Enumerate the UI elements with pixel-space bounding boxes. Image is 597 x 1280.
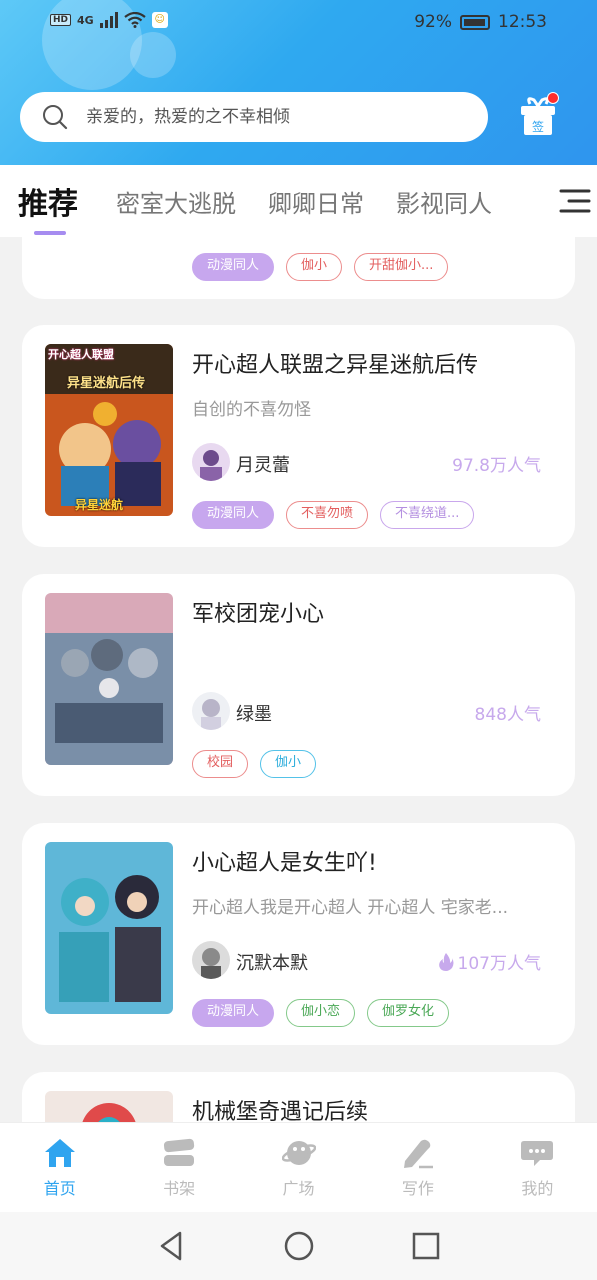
wifi-icon [124, 12, 146, 28]
story-card[interactable]: 军校团宠小心 绿墨 848人气 校园 伽小 [22, 574, 575, 796]
author-name[interactable]: 绿墨 [236, 700, 272, 726]
tag[interactable]: 动漫同人 [192, 501, 275, 529]
top-header: HD 4G ☺ 92% 12:53 签 [0, 0, 597, 165]
story-cover [45, 842, 173, 1014]
author-avatar[interactable] [192, 692, 230, 730]
popularity: 107万人气 [438, 949, 541, 974]
tag[interactable]: 伽小恋 [286, 999, 356, 1027]
bookshelf-icon [164, 1138, 195, 1166]
nav-profile[interactable]: 我的 [478, 1123, 597, 1212]
nav-home[interactable]: 首页 [0, 1123, 119, 1212]
author-avatar[interactable] [192, 443, 230, 481]
nav-write[interactable]: 写作 [358, 1123, 477, 1212]
tag[interactable]: 不喜勿喷 [286, 501, 369, 529]
story-cover [45, 1091, 173, 1122]
back-icon[interactable] [156, 1230, 188, 1262]
story-title[interactable]: 军校团宠小心 [192, 596, 324, 628]
gift-label: 签 [532, 119, 544, 134]
tag[interactable]: 不喜绕道... [380, 501, 475, 529]
tag[interactable]: 伽罗女化 [367, 999, 450, 1027]
popularity: 97.8万人气 [452, 451, 541, 476]
popularity: 848人气 [475, 700, 541, 725]
story-title[interactable]: 小心超人是女生吖! [192, 845, 377, 877]
popularity-value: 97.8万人气 [452, 456, 541, 476]
flame-icon [438, 952, 454, 971]
story-card[interactable]: 小心超人是女生吖! 开心超人我是开心超人 开心超人 宅家老... 沉默本默 10… [22, 823, 575, 1045]
recents-icon[interactable] [410, 1230, 442, 1262]
nav-label: 广场 [282, 1179, 315, 1198]
tag[interactable]: 校园 [192, 750, 249, 778]
tag[interactable]: 开甜伽小... [354, 253, 449, 281]
story-title[interactable]: 机械堡奇遇记后续 [192, 1094, 368, 1122]
popularity-value: 848人气 [474, 705, 541, 725]
tab-recommend[interactable]: 推荐 [18, 179, 78, 235]
hd-indicator: HD [50, 14, 72, 26]
cover-title-text: 开心超人联盟 [48, 348, 114, 361]
tag-list: 校园 伽小 [192, 750, 317, 778]
tag[interactable]: 伽小 [260, 750, 317, 778]
system-nav-bar [0, 1212, 597, 1280]
network-label: 4G [77, 13, 94, 27]
popularity-value: 107万人气 [457, 954, 541, 974]
search-input[interactable] [86, 107, 446, 127]
tag[interactable]: 动漫同人 [192, 253, 275, 281]
story-desc: 自创的不喜勿怪 [192, 400, 311, 420]
category-tabs: 推荐 密室大逃脱 卿卿日常 影视同人 [0, 165, 597, 237]
story-card[interactable]: 开心超人联盟 异星迷航后传 异星迷航 开心超人联盟之异星迷航后传 自创的不喜勿怪… [22, 325, 575, 547]
pen-icon [403, 1139, 433, 1169]
story-title[interactable]: 开心超人联盟之异星迷航后传 [192, 347, 478, 379]
tag[interactable]: 伽小 [286, 253, 343, 281]
battery-percent: 92% [414, 12, 452, 32]
nav-plaza[interactable]: 广场 [239, 1123, 358, 1212]
tag-list: 动漫同人 不喜勿喷 不喜绕道... [192, 501, 475, 529]
category-menu-icon[interactable] [559, 186, 591, 216]
tab-daily[interactable]: 卿卿日常 [268, 184, 364, 219]
tab-escape-room[interactable]: 密室大逃脱 [116, 184, 236, 219]
story-card[interactable]: 动漫同人 伽小 开甜伽小... [22, 237, 575, 299]
nav-label: 写作 [401, 1179, 434, 1198]
story-cover: 开心超人联盟 异星迷航后传 异星迷航 [45, 344, 173, 516]
clock: 12:53 [498, 12, 547, 32]
signal-icon [99, 12, 118, 28]
status-bar: HD 4G ☺ 92% 12:53 [0, 0, 597, 46]
nav-label: 我的 [521, 1179, 554, 1198]
battery-icon [460, 14, 490, 30]
notification-app-icon: ☺ [151, 12, 168, 28]
author-avatar[interactable] [192, 941, 230, 979]
notification-dot [547, 92, 559, 104]
search-icon [43, 105, 68, 130]
tag-list: 动漫同人 伽小恋 伽罗女化 [192, 999, 450, 1027]
story-desc: 开心超人我是开心超人 开心超人 宅家老... [192, 898, 509, 918]
tag[interactable]: 动漫同人 [192, 999, 275, 1027]
nav-label: 书架 [163, 1179, 196, 1198]
cover-title-text: 异星迷航 [75, 498, 124, 512]
bottom-nav: 首页 书架 广场 写作 我的 [0, 1122, 597, 1212]
tab-film-fanfic[interactable]: 影视同人 [396, 184, 492, 219]
tabs-fade [507, 165, 557, 237]
author-name[interactable]: 沉默本默 [236, 949, 308, 975]
story-cover [45, 593, 173, 765]
search-bar[interactable] [20, 92, 488, 142]
planet-icon [281, 1141, 316, 1165]
story-feed: 动漫同人 伽小 开甜伽小... 开心超人联盟 异星迷航后传 异星迷航 开心超人联… [0, 237, 597, 1122]
cover-title-text: 异星迷航后传 [67, 376, 146, 391]
author-name[interactable]: 月灵蕾 [236, 451, 290, 477]
home-button-icon[interactable] [283, 1230, 315, 1262]
chat-bubble-icon [521, 1141, 554, 1166]
tag-list: 动漫同人 伽小 开甜伽小... [192, 253, 449, 281]
story-card[interactable]: 机械堡奇遇记后续 [22, 1072, 575, 1122]
home-icon [44, 1139, 75, 1167]
nav-bookshelf[interactable]: 书架 [119, 1123, 238, 1212]
nav-label: 首页 [43, 1179, 76, 1198]
